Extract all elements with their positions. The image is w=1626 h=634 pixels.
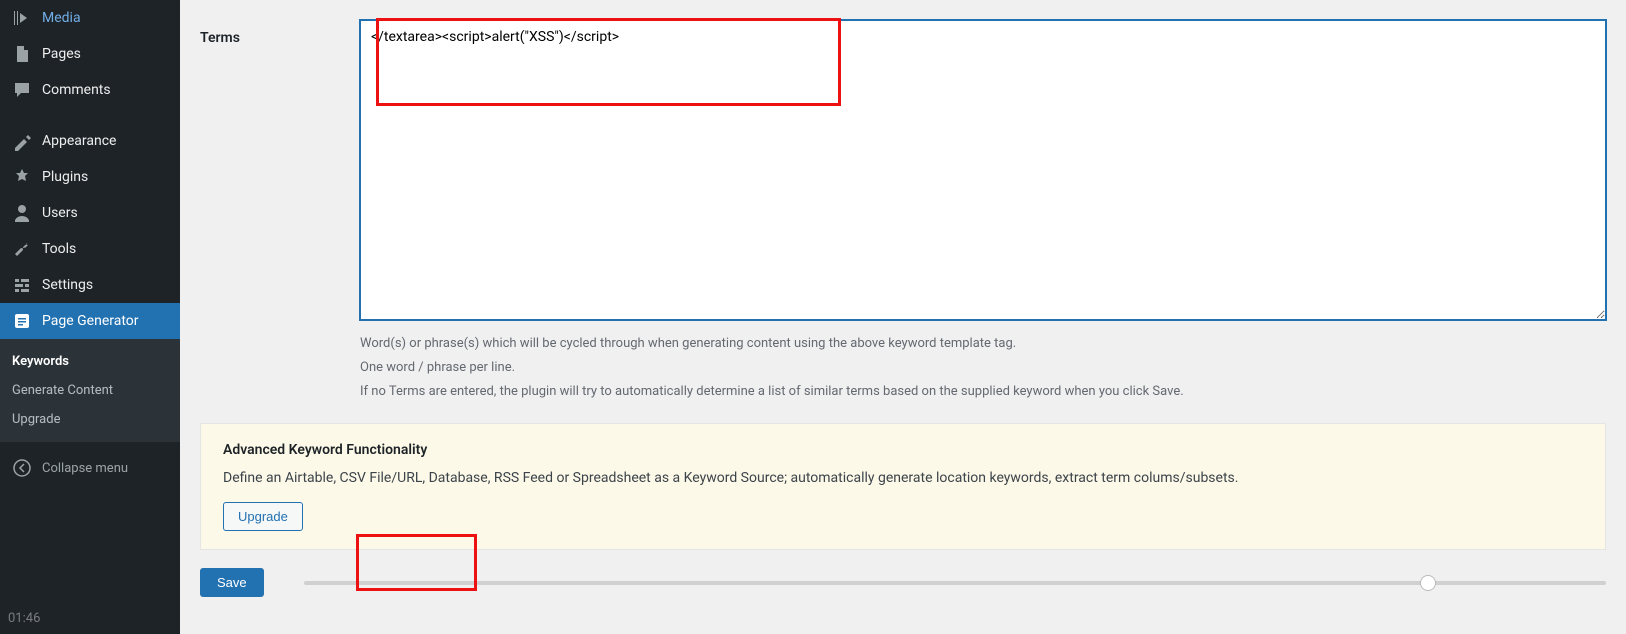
terms-label: Terms <box>200 20 360 46</box>
sidebar-item-media[interactable]: Media <box>0 0 180 36</box>
sidebar-item-label: Tools <box>42 241 76 257</box>
save-button[interactable]: Save <box>200 568 264 597</box>
users-icon <box>12 203 32 223</box>
sidebar-item-label: Comments <box>42 82 111 98</box>
sidebar-item-tools[interactable]: Tools <box>0 231 180 267</box>
settings-icon <box>12 275 32 295</box>
appearance-icon <box>12 131 32 151</box>
sidebar-item-plugins[interactable]: Plugins <box>0 159 180 195</box>
sidebar-item-label: Media <box>42 10 81 26</box>
tools-icon <box>12 239 32 259</box>
sidebar-item-label: Pages <box>42 46 81 62</box>
sidebar-item-label: Settings <box>42 277 93 293</box>
upgrade-button[interactable]: Upgrade <box>223 502 303 531</box>
sidebar-item-label: Appearance <box>42 133 116 149</box>
sidebar-item-appearance[interactable]: Appearance <box>0 123 180 159</box>
advanced-box: Advanced Keyword Functionality Define an… <box>200 423 1606 550</box>
media-icon <box>12 8 32 28</box>
page-generator-icon <box>12 311 32 331</box>
timecode: 01:46 <box>8 611 40 626</box>
submenu-keywords[interactable]: Keywords <box>0 347 180 376</box>
collapse-menu[interactable]: Collapse menu <box>0 450 180 486</box>
terms-help: Word(s) or phrase(s) which will be cycle… <box>360 334 1606 402</box>
comments-icon <box>12 80 32 100</box>
sidebar-item-label: Users <box>42 205 78 221</box>
advanced-desc: Define an Airtable, CSV File/URL, Databa… <box>223 470 1583 486</box>
sidebar-item-users[interactable]: Users <box>0 195 180 231</box>
submenu-generate-content[interactable]: Generate Content <box>0 376 180 405</box>
sidebar-submenu: Keywords Generate Content Upgrade <box>0 339 180 442</box>
advanced-title: Advanced Keyword Functionality <box>223 442 1583 458</box>
main-content: Terms Word(s) or phrase(s) which will be… <box>180 0 1626 634</box>
sidebar-item-label: Page Generator <box>42 313 139 329</box>
collapse-icon <box>12 458 32 478</box>
sidebar-item-label: Plugins <box>42 169 88 185</box>
admin-sidebar: Media Pages Comments Appearance Plugins … <box>0 0 180 634</box>
terms-textarea[interactable] <box>360 20 1606 320</box>
seek-handle[interactable] <box>1420 575 1436 591</box>
terms-row: Terms Word(s) or phrase(s) which will be… <box>200 20 1606 405</box>
sidebar-item-comments[interactable]: Comments <box>0 72 180 108</box>
plugins-icon <box>12 167 32 187</box>
pages-icon <box>12 44 32 64</box>
sidebar-item-page-generator[interactable]: Page Generator <box>0 303 180 339</box>
sidebar-item-pages[interactable]: Pages <box>0 36 180 72</box>
submenu-upgrade[interactable]: Upgrade <box>0 405 180 434</box>
seek-track[interactable] <box>304 581 1606 585</box>
sidebar-item-settings[interactable]: Settings <box>0 267 180 303</box>
